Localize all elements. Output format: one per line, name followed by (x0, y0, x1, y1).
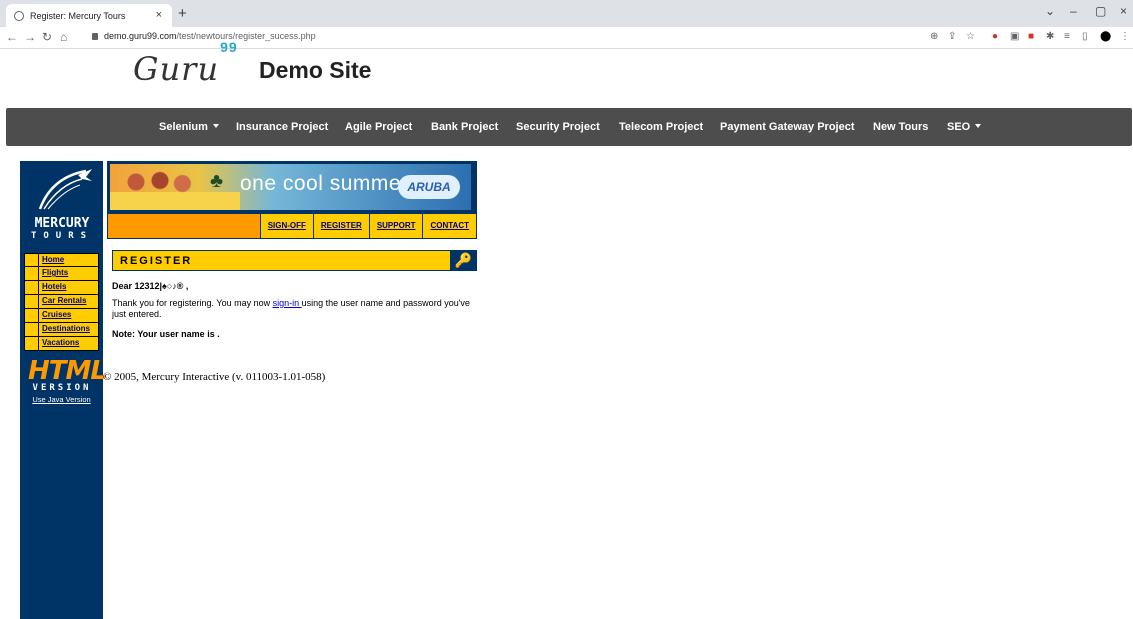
nav-security-project[interactable]: Security Project (516, 121, 600, 133)
register-heading-bar: REGISTER 🔑 (112, 250, 477, 271)
new-tab-button[interactable]: + (178, 5, 187, 22)
version-label: VERSION (32, 383, 92, 393)
extension-icon[interactable]: ● (992, 31, 998, 42)
nav-agile-project[interactable]: Agile Project (345, 121, 412, 133)
back-arrow-icon[interactable]: ← (6, 30, 18, 44)
sign-in-link[interactable]: sign-in (273, 298, 302, 308)
hotels-link[interactable]: Hotels (39, 281, 66, 294)
zoom-icon[interactable]: ⊕ (930, 31, 938, 42)
palm-tree-icon: ♣ (210, 170, 224, 192)
forward-arrow-icon[interactable]: → (24, 30, 36, 44)
home-link[interactable]: Home (39, 254, 64, 266)
nav-selenium[interactable]: Selenium (159, 121, 219, 133)
lock-icon (92, 32, 98, 40)
register-heading: REGISTER (120, 255, 193, 267)
use-java-version-link[interactable]: Use Java Version (20, 395, 103, 404)
caret-down-icon (975, 124, 982, 128)
flights-link[interactable]: Flights (39, 267, 68, 280)
mercury-sidebar: MERCURY TOURS Home Flights Hotels Car Re… (20, 161, 107, 619)
reload-icon[interactable]: ↻ (42, 30, 52, 44)
caret-down-icon (212, 124, 219, 128)
nav-new-tours[interactable]: New Tours (873, 121, 928, 133)
sidebar-item-car-rentals: Car Rentals (24, 295, 99, 309)
reading-list-icon[interactable]: ≡ (1064, 31, 1070, 42)
destinations-link[interactable]: Destinations (39, 323, 90, 336)
logo-text: Guru (133, 50, 220, 88)
side-panel-icon[interactable]: ▯ (1082, 31, 1088, 42)
main-navbar: Selenium Insurance Project Agile Project… (6, 108, 1132, 146)
bookmark-star-icon[interactable]: ☆ (966, 31, 975, 42)
logo-superscript: 99 (220, 39, 238, 56)
mercury-wordmark: MERCURY (34, 216, 90, 231)
close-window-button[interactable]: × (1120, 4, 1127, 18)
sidebar-item-vacations: Vacations (24, 337, 99, 351)
globe-icon (14, 10, 24, 21)
cruises-link[interactable]: Cruises (39, 309, 71, 322)
sidebar-item-hotels: Hotels (24, 281, 99, 295)
banner-people (120, 170, 200, 200)
greeting-text: Dear 12312|♠○♪® , (112, 281, 189, 291)
url-path: /test/newtours/register_sucess.php (176, 31, 316, 41)
html-logo: HTML (28, 356, 107, 386)
share-icon[interactable]: ⇪ (948, 31, 956, 42)
sidebar-item-flights: Flights (24, 267, 99, 281)
summer-banner: ♣ one cool summer ARUBA (107, 161, 477, 213)
airplane-logo-icon (38, 169, 92, 210)
vacations-link[interactable]: Vacations (39, 337, 79, 350)
copyright-text: © 2005, Mercury Interactive (v. 011003-1… (103, 371, 326, 383)
register-link[interactable]: REGISTER (312, 214, 369, 238)
tours-wordmark: TOURS (30, 231, 94, 241)
thanks-message: Thank you for registering. You may now s… (112, 298, 470, 319)
address-bar: ← → ↻ ⌂ demo.guru99.com/test/newtours/re… (0, 27, 1133, 49)
nav-telecom-project[interactable]: Telecom Project (619, 121, 703, 133)
url-host: demo.guru99.com (104, 31, 177, 41)
extension-icon[interactable]: ■ (1028, 31, 1034, 42)
page-title: Demo Site (259, 57, 372, 83)
minimize-button[interactable]: – (1070, 4, 1077, 18)
maximize-button[interactable]: ▢ (1095, 4, 1106, 18)
tab-title: Register: Mercury Tours (30, 10, 126, 21)
sidebar-menu: Home Flights Hotels Car Rentals Cruises … (24, 253, 99, 351)
browser-tab-strip: Register: Mercury Tours × + ⌄ – ▢ × (0, 0, 1133, 27)
browser-tab[interactable]: Register: Mercury Tours × (6, 4, 172, 27)
menu-kebab-icon[interactable]: ⋮ (1120, 31, 1130, 42)
contact-link[interactable]: CONTACT (422, 214, 476, 238)
nav-bank-project[interactable]: Bank Project (431, 121, 498, 133)
close-tab-icon[interactable]: × (156, 9, 162, 21)
sidebar-item-cruises: Cruises (24, 309, 99, 323)
guru99-logo[interactable]: Guru99 (133, 39, 238, 88)
car-rentals-link[interactable]: Car Rentals (39, 295, 86, 308)
sidebar-item-destinations: Destinations (24, 323, 99, 337)
url-field[interactable]: demo.guru99.com/test/newtours/register_s… (92, 31, 316, 41)
username-note: Note: Your user name is . (112, 329, 220, 339)
banner-image: ♣ one cool summer ARUBA (110, 164, 471, 210)
top-link-bar: SIGN-OFF REGISTER SUPPORT CONTACT (107, 213, 477, 239)
aruba-logo: ARUBA (398, 175, 460, 199)
nav-seo[interactable]: SEO (947, 121, 982, 133)
nav-insurance-project[interactable]: Insurance Project (236, 121, 328, 133)
support-link[interactable]: SUPPORT (368, 214, 423, 238)
sidebar-item-home: Home (24, 253, 99, 267)
puzzle-icon[interactable]: ✱ (1046, 31, 1054, 42)
sign-off-link[interactable]: SIGN-OFF (259, 214, 313, 238)
nav-payment-gateway-project[interactable]: Payment Gateway Project (720, 121, 855, 133)
extension-icon[interactable]: ▣ (1010, 31, 1019, 42)
home-icon[interactable]: ⌂ (60, 30, 67, 44)
tab-search-icon[interactable]: ⌄ (1045, 4, 1055, 18)
banner-text: one cool summer (240, 172, 409, 195)
profile-avatar[interactable]: ⬤ (1100, 31, 1111, 42)
key-icon: 🔑 (450, 250, 477, 271)
